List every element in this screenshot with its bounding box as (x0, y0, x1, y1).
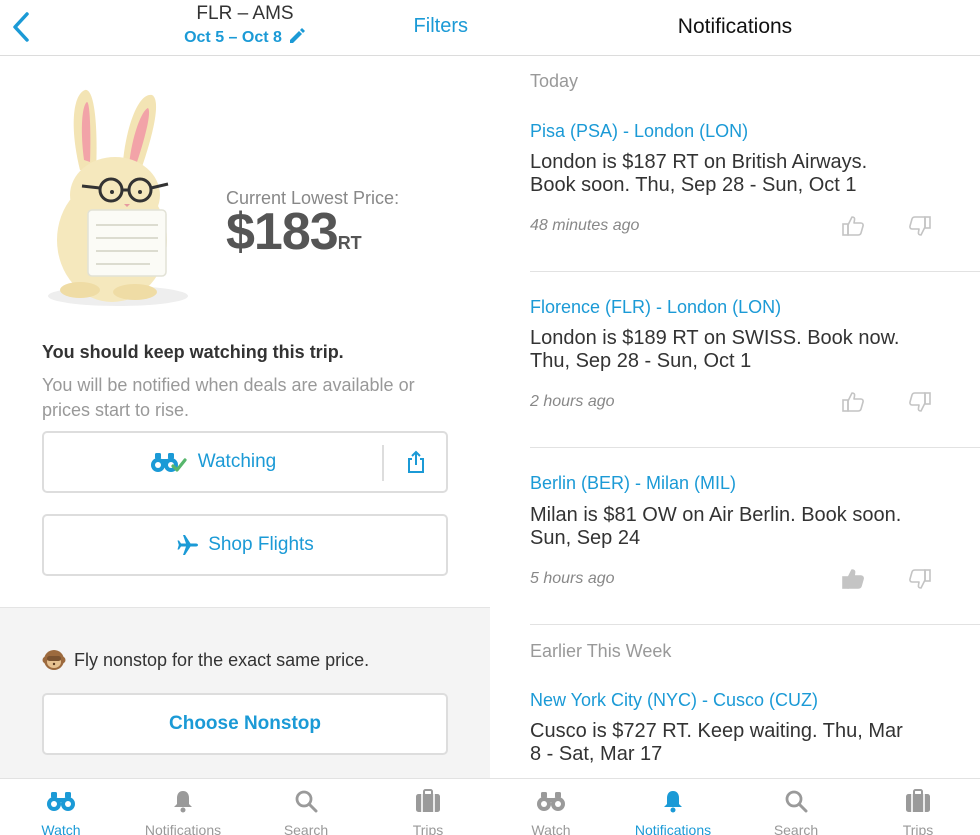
tab-trips[interactable]: Trips (857, 779, 979, 835)
nonstop-message: Fly nonstop for the exact same price. (42, 648, 369, 672)
notification-message: London is $187 RT on British Airways. Bo… (530, 151, 950, 197)
tab-watch[interactable]: Watch (490, 779, 612, 835)
notifications-screen: Notifications Today Pisa (PSA) - London … (490, 0, 980, 835)
notification-message: Cusco is $727 RT. Keep waiting. Thu, Mar… (530, 720, 950, 766)
notification-line: 8 - Sat, Mar 17 (530, 743, 663, 765)
watching-label: Watching (197, 451, 277, 472)
share-icon (408, 450, 424, 473)
tab-label: Watch (41, 822, 81, 835)
tab-trips[interactable]: Trips (367, 779, 489, 835)
tab-label: Search (283, 822, 329, 835)
thumbs-up-icon[interactable] (841, 567, 865, 591)
watching-button[interactable]: Watching (44, 433, 382, 491)
binoculars-check-icon (150, 453, 187, 472)
watch-screen: FLR – AMS Oct 5 – Oct 8 Filters Current … (0, 0, 490, 835)
monkey-emoji-icon (42, 650, 66, 670)
advice-subtitle: You will be notified when deals are avai… (42, 375, 415, 420)
watching-control: Watching (42, 431, 448, 493)
notification-line: Milan is $81 OW on Air Berlin. Book soon… (530, 504, 902, 526)
notification-line: Book soon. Thu, Sep 28 - Sun, Oct 1 (530, 174, 857, 196)
bell-icon (664, 791, 682, 813)
bell-icon (174, 791, 192, 813)
section-earlier: Earlier This Week (530, 641, 672, 661)
binoculars-icon (47, 792, 75, 811)
divider (530, 624, 980, 625)
airplane-icon (177, 535, 199, 555)
tab-search[interactable]: Search (735, 779, 857, 835)
notifications-header: Notifications (490, 0, 980, 56)
nonstop-text: Fly nonstop for the exact same price. (74, 649, 370, 670)
thumbs-up-icon[interactable] (841, 390, 865, 414)
tab-label: Trips (412, 822, 444, 835)
notification-line: Cusco is $727 RT. Keep waiting. Thu, Mar (530, 720, 903, 742)
tab-label: Watch (531, 822, 571, 835)
binoculars-icon (537, 792, 565, 811)
divider (530, 447, 980, 448)
shop-flights-label: Shop Flights (208, 534, 314, 555)
pencil-icon[interactable] (288, 27, 306, 45)
notification-time: 5 hours ago (530, 570, 615, 587)
notification-line: Sun, Sep 24 (530, 527, 641, 549)
thumbs-down-icon[interactable] (908, 390, 932, 414)
bunny-mascot-illustration (48, 89, 188, 306)
tab-notifications[interactable]: Notifications (612, 779, 734, 835)
filters-button[interactable]: Filters (414, 15, 468, 38)
search-icon (295, 790, 318, 813)
notification-time: 48 minutes ago (530, 217, 640, 234)
notification-line: London is $189 RT on SWISS. Book now. (530, 327, 900, 349)
thumbs-down-icon[interactable] (908, 214, 932, 238)
share-button[interactable] (384, 433, 448, 491)
notification-message: Milan is $81 OW on Air Berlin. Book soon… (530, 504, 950, 550)
trip-dates-label: Oct 5 – Oct 8 (184, 29, 282, 46)
notification-time: 2 hours ago (530, 393, 615, 410)
screen: FLR – AMS Oct 5 – Oct 8 Filters Current … (0, 0, 980, 835)
notification-line: Thu, Sep 28 - Sun, Oct 1 (530, 350, 752, 372)
tab-watch[interactable]: Watch (0, 779, 122, 835)
notification-route[interactable]: New York City (NYC) - Cusco (CUZ) (530, 690, 818, 711)
page-title: Notifications (677, 15, 793, 38)
tab-search[interactable]: Search (245, 779, 367, 835)
watch-header: FLR – AMS Oct 5 – Oct 8 Filters (0, 0, 490, 56)
suitcase-icon (906, 789, 930, 812)
tab-label: Search (773, 822, 819, 835)
notification-route[interactable]: Florence (FLR) - London (LON) (530, 297, 781, 318)
price-amount: $183 (226, 203, 339, 261)
section-today: Today (530, 71, 579, 91)
tab-label: Notifications (634, 822, 712, 835)
tab-notifications[interactable]: Notifications (122, 779, 244, 835)
tab-bar: Watch Notifications Search Trips (490, 778, 980, 835)
divider (530, 271, 980, 272)
price-suffix: RT (337, 233, 362, 253)
advice-title: You should keep watching this trip. (42, 342, 344, 362)
thumbs-up-icon[interactable] (841, 214, 865, 238)
notification-line: London is $187 RT on British Airways. (530, 151, 868, 173)
notification-message: London is $189 RT on SWISS. Book now. Th… (530, 327, 950, 373)
tab-bar: Watch Notifications Search Trips (0, 778, 490, 835)
thumbs-down-icon[interactable] (908, 567, 932, 591)
shop-flights-button[interactable]: Shop Flights (42, 514, 448, 576)
choose-nonstop-button[interactable]: Choose Nonstop (42, 693, 448, 755)
tab-label: Notifications (144, 822, 222, 835)
tab-label: Trips (902, 822, 934, 835)
current-price: $183RT (226, 202, 362, 262)
search-icon (785, 790, 808, 813)
notification-route[interactable]: Berlin (BER) - Milan (MIL) (530, 473, 736, 494)
suitcase-icon (416, 789, 440, 812)
notification-route[interactable]: Pisa (PSA) - London (LON) (530, 121, 748, 142)
